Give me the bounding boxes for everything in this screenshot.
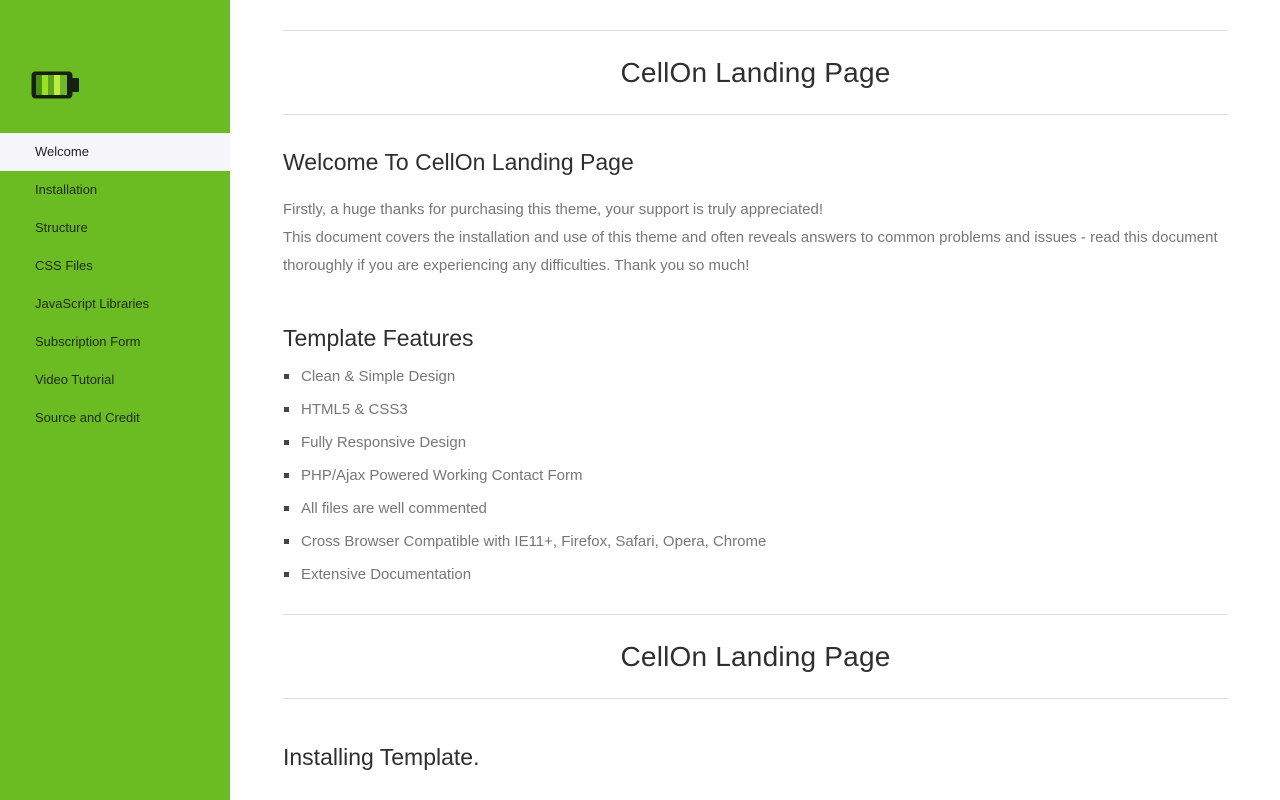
feature-item-responsive-design: Fully Responsive Design (283, 426, 1228, 459)
main-content: CellOn Landing Page Welcome To CellOn La… (283, 0, 1228, 800)
feature-item-clean-simple-design: Clean & Simple Design (283, 360, 1228, 393)
feature-label: Fully Responsive Design (301, 434, 467, 451)
square-bullet-icon (284, 374, 289, 379)
feature-label: Extensive Documentation (301, 566, 472, 583)
feature-item-contact-form: PHP/Ajax Powered Working Contact Form (283, 459, 1228, 492)
feature-label: Clean & Simple Design (301, 368, 456, 385)
documentation-page: Welcome Installation Structure CSS Files… (0, 0, 1280, 800)
feature-item-commented-files: All files are well commented (283, 492, 1228, 525)
intro-text: Firstly, a huge thanks for purchasing th… (283, 196, 1228, 280)
feature-label: All files are well commented (301, 500, 487, 517)
sidebar-item-welcome[interactable]: Welcome (0, 133, 230, 171)
page-title: CellOn Landing Page (620, 56, 891, 88)
square-bullet-icon (284, 440, 289, 445)
feature-label: PHP/Ajax Powered Working Contact Form (301, 467, 583, 484)
square-bullet-icon (284, 506, 289, 511)
sidebar-navigation: Welcome Installation Structure CSS Files… (0, 133, 230, 437)
feature-label: HTML5 & CSS3 (301, 401, 408, 418)
title-band: CellOn Landing Page (283, 614, 1228, 699)
square-bullet-icon (284, 539, 289, 544)
sidebar-item-video-tutorial[interactable]: Video Tutorial (0, 361, 230, 399)
intro-description-text: This document covers the installation an… (283, 229, 1218, 274)
installing-template-heading: Installing Template. (283, 744, 480, 770)
square-bullet-icon (284, 572, 289, 577)
intro-thanks-text: Firstly, a huge thanks for purchasing th… (283, 201, 823, 218)
template-features-heading: Template Features (283, 325, 474, 351)
sidebar-item-installation[interactable]: Installation (0, 171, 230, 209)
sidebar-item-css-files[interactable]: CSS Files (0, 247, 230, 285)
welcome-heading: Welcome To CellOn Landing Page (283, 149, 634, 175)
feature-label: Cross Browser Compatible with IE11+, Fir… (301, 533, 767, 550)
square-bullet-icon (284, 473, 289, 478)
features-list: Clean & Simple Design HTML5 & CSS3 Fully… (283, 360, 1228, 591)
sidebar: Welcome Installation Structure CSS Files… (0, 0, 230, 800)
battery-icon (31, 71, 79, 99)
sidebar-item-javascript-libraries[interactable]: JavaScript Libraries (0, 285, 230, 323)
sidebar-item-source-and-credit[interactable]: Source and Credit (0, 399, 230, 437)
page-title-band: CellOn Landing Page (283, 30, 1228, 115)
second-page-title: CellOn Landing Page (620, 640, 891, 672)
feature-item-cross-browser: Cross Browser Compatible with IE11+, Fir… (283, 525, 1228, 558)
square-bullet-icon (284, 407, 289, 412)
sidebar-item-subscription-form[interactable]: Subscription Form (0, 323, 230, 361)
title-band: CellOn Landing Page (283, 30, 1228, 115)
sidebar-item-structure[interactable]: Structure (0, 209, 230, 247)
feature-item-html5-css3: HTML5 & CSS3 (283, 393, 1228, 426)
second-page-title-band: CellOn Landing Page (283, 614, 1228, 699)
feature-item-documentation: Extensive Documentation (283, 558, 1228, 591)
